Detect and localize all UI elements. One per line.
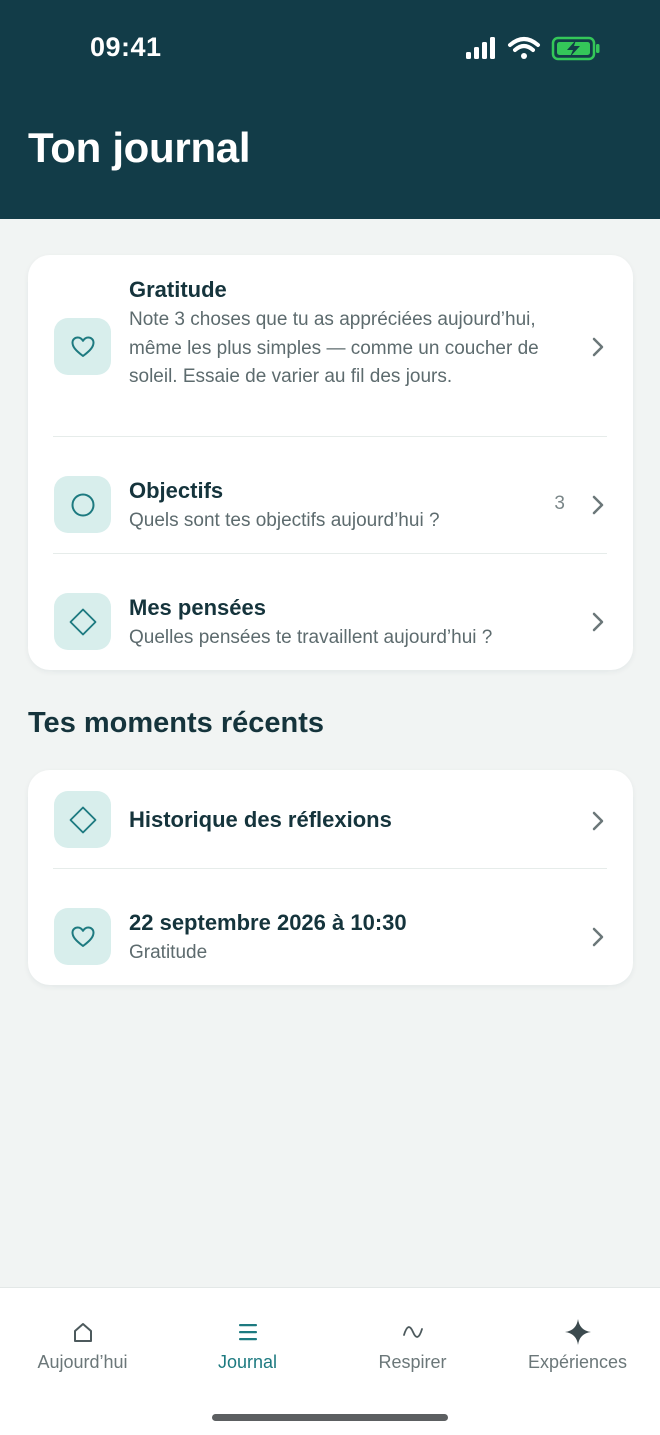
recent-item-entry[interactable]: 22 septembre 2026 à 10:30 Gratitude	[28, 869, 633, 985]
home-icon	[69, 1318, 97, 1346]
wave-icon	[399, 1318, 427, 1346]
signal-icon	[466, 37, 495, 59]
status-time: 09:41	[90, 32, 162, 62]
row-title: Objectifs	[129, 478, 224, 503]
status-icons	[466, 36, 600, 61]
heart-icon	[71, 926, 94, 947]
diamond-icon	[69, 608, 96, 635]
tab-aujourdhui[interactable]: Aujourd’hui	[0, 1288, 165, 1388]
icon-tile	[54, 908, 111, 965]
objectives-count: 3	[554, 493, 565, 514]
row-subtitle: Note 3 choses que tu as appréciées aujou…	[129, 309, 539, 387]
heart-icon	[71, 336, 94, 357]
row-title: 22 septembre 2026 à 10:30	[129, 910, 407, 935]
row-subtitle: Quelles pensées te travaillent aujourd’h…	[129, 627, 493, 648]
header: 09:41 Ton journal	[0, 0, 660, 219]
row-subtitle: Gratitude	[129, 942, 208, 963]
chevron-right-icon	[592, 927, 604, 947]
tab-label: Expériences	[527, 1352, 628, 1372]
sparkle-icon	[564, 1318, 592, 1346]
tab-label: Aujourd’hui	[37, 1352, 128, 1372]
wifi-icon	[508, 37, 540, 59]
circle-icon	[71, 493, 94, 516]
tab-label: Respirer	[378, 1352, 447, 1372]
page-title: Ton journal	[28, 124, 251, 171]
list-icon	[234, 1318, 262, 1346]
recent-item-history[interactable]: Historique des réflexions	[28, 770, 633, 868]
diamond-icon	[69, 806, 96, 833]
journal-item-pensees[interactable]: Mes pensées Quelles pensées te travaille…	[28, 554, 633, 670]
battery-icon	[551, 36, 600, 61]
chevron-right-icon	[592, 811, 604, 831]
chevron-right-icon	[592, 495, 604, 515]
journal-item-gratitude[interactable]: Gratitude Note 3 choses que tu as appréc…	[28, 255, 633, 436]
recent-card: Historique des réflexions 22 septembre 2…	[28, 770, 633, 985]
icon-tile	[54, 593, 111, 650]
icon-tile	[54, 476, 111, 533]
tab-experiences[interactable]: Expériences	[495, 1288, 660, 1388]
row-title: Gratitude	[129, 277, 227, 302]
row-subtitle: Quels sont tes objectifs aujourd’hui ?	[129, 510, 440, 531]
section-title-recent: Tes moments récents	[28, 707, 325, 739]
journal-card: Gratitude Note 3 choses que tu as appréc…	[28, 255, 633, 670]
tab-bar: Aujourd’hui Journal Respirer Expériences	[0, 1287, 660, 1435]
tab-journal[interactable]: Journal	[165, 1288, 330, 1388]
tab-label: Journal	[217, 1352, 278, 1372]
home-indicator[interactable]	[212, 1414, 448, 1421]
chevron-right-icon	[592, 612, 604, 632]
journal-item-objectifs[interactable]: Objectifs Quels sont tes objectifs aujou…	[28, 437, 633, 553]
row-title: Historique des réflexions	[129, 807, 392, 832]
chevron-right-icon	[592, 337, 604, 357]
row-title: Mes pensées	[129, 595, 266, 620]
icon-tile	[54, 791, 111, 848]
tab-respirer[interactable]: Respirer	[330, 1288, 495, 1388]
icon-tile	[54, 318, 111, 375]
